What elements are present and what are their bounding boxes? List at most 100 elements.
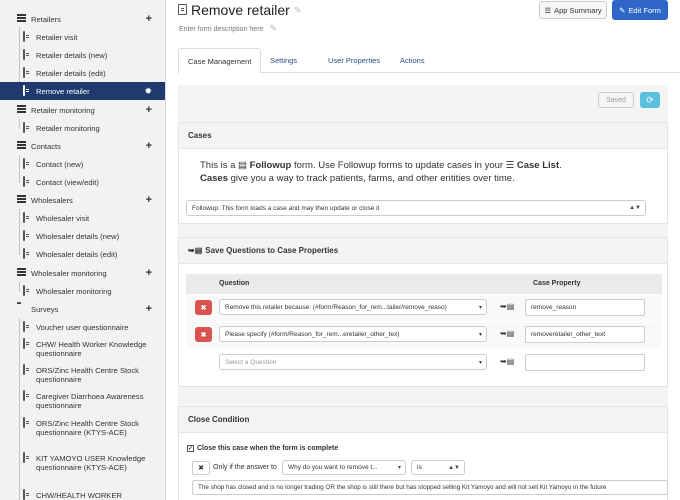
condition-answer-select[interactable]: The shop has closed and is no longer tra…: [192, 480, 668, 495]
refresh-icon[interactable]: ⟳: [640, 92, 660, 108]
sidebar-item-chw-knowledge-questionnaire[interactable]: CHW/ Health Worker Knowledge questionnai…: [0, 338, 165, 360]
close-case-checkbox-row: ✓ Close this case when the form is compl…: [187, 445, 338, 452]
tab-case-management[interactable]: Case Management: [178, 48, 262, 74]
sidebar-item-caregiver-diarrhoea-questionnaire[interactable]: Caregiver Diarrhoea Awareness questionna…: [0, 390, 165, 412]
menu-icon: [17, 141, 28, 151]
sidebar-item-remove-retailer[interactable]: Remove retailer ✹: [0, 82, 165, 100]
sidebar-item-retailer-monitoring[interactable]: Retailer monitoring: [0, 119, 165, 137]
add-form-icon[interactable]: +: [146, 140, 152, 152]
remove-condition-button[interactable]: ✖: [192, 461, 210, 475]
sidebar-item-retailer-details-edit[interactable]: Retailer details (edit): [0, 64, 165, 82]
sidebar-item-label: Retailer visit: [36, 32, 78, 42]
form-icon: [23, 67, 34, 78]
question-select[interactable]: Please specify (#form/Reason_for_rem...e…: [219, 326, 487, 342]
cases-text: form. Use Followup forms to update cases…: [293, 160, 504, 171]
gear-icon[interactable]: ✹: [144, 86, 152, 97]
sidebar-item-retailer-details-new[interactable]: Retailer details (new): [0, 46, 165, 64]
menu-icon: [17, 105, 28, 115]
add-form-icon[interactable]: +: [146, 303, 152, 315]
app-summary-button[interactable]: ☰ App Summary: [539, 1, 607, 19]
sidebar-item-voucher-user-questionnaire[interactable]: Voucher user questionnaire: [0, 318, 165, 336]
sidebar-item-wholesaler-visit[interactable]: Wholesaler visit: [0, 209, 165, 227]
sidebar-item-label: Voucher user questionnaire: [36, 322, 129, 332]
pencil-icon[interactable]: ✎: [294, 5, 302, 16]
form-icon: [23, 85, 34, 96]
case-type-value: Followup: This form loads a case and may…: [192, 204, 380, 212]
sidebar-item-label: Wholesaler details (edit): [36, 249, 118, 259]
tab-label: User Properties: [328, 56, 381, 65]
sidebar-item-label: KIT YAMOYO USER Knowledge questionnaire …: [36, 454, 146, 472]
description-placeholder: Enter form description here: [179, 26, 264, 33]
folder-icon: [17, 304, 28, 314]
sidebar-module-retailer-monitoring[interactable]: Retailer monitoring +: [0, 101, 165, 119]
sidebar-item-ors-zinc-stock-questionnaire[interactable]: ORS/Zinc Health Centre Stock questionnai…: [0, 364, 165, 386]
new-question-select[interactable]: Select a Question ▾: [219, 354, 487, 370]
sidebar-item-contact-view-edit[interactable]: Contact (view/edit): [0, 173, 165, 191]
page-title[interactable]: Remove retailer: [191, 2, 290, 18]
sidebar-item-label: Retailer monitoring: [36, 123, 100, 133]
case-property-input[interactable]: remove_reason: [525, 299, 645, 316]
form-icon: [23, 338, 34, 349]
sidebar-item-label: Contact (view/edit): [36, 177, 99, 187]
condition-question-select[interactable]: Why do you want to remove t... ▾: [282, 460, 406, 475]
sidebar-module-retailers[interactable]: Retailers +: [0, 10, 165, 28]
case-property-input[interactable]: removeretailer_other_text: [525, 326, 645, 343]
sidebar-item-label: Retailers: [31, 14, 61, 24]
sidebar-item-label: Wholesalers: [31, 195, 73, 205]
form-icon: [23, 417, 34, 428]
sidebar-module-wholesalers[interactable]: Wholesalers +: [0, 191, 165, 209]
question-select[interactable]: Remove this retailer because: (#form/Rea…: [219, 299, 487, 315]
menu-icon: [17, 195, 28, 205]
delete-row-button[interactable]: ✖: [195, 327, 212, 342]
chevron-down-icon: ▾: [478, 331, 482, 338]
saved-label: Saved: [606, 96, 626, 104]
question-value: Remove this retailer because: (#form/Rea…: [225, 303, 447, 311]
tab-user-properties[interactable]: User Properties: [319, 48, 389, 73]
add-form-icon[interactable]: +: [146, 13, 152, 25]
saved-button[interactable]: Saved: [598, 92, 634, 108]
column-header-property: Case Property: [533, 280, 581, 287]
add-form-icon[interactable]: +: [146, 267, 152, 279]
sidebar-item-retailer-visit[interactable]: Retailer visit: [0, 28, 165, 46]
form-icon: [23, 176, 34, 187]
sidebar-item-wholesaler-details-new[interactable]: Wholesaler details (new): [0, 227, 165, 245]
sidebar-item-wholesaler-monitoring[interactable]: Wholesaler monitoring: [0, 282, 165, 300]
chevron-down-icon: ▾: [397, 465, 401, 471]
edit-form-button[interactable]: ✎ Edit Form: [612, 0, 668, 20]
condition-operator-select[interactable]: is ▲▼: [411, 460, 465, 475]
save-questions-heading-text: Save Questions to Case Properties: [205, 246, 339, 255]
tab-actions[interactable]: Actions: [391, 48, 434, 73]
close-case-checkbox[interactable]: ✓: [187, 445, 194, 452]
case-type-select[interactable]: Followup: This form loads a case and may…: [186, 200, 646, 216]
add-form-icon[interactable]: +: [146, 104, 152, 116]
form-description[interactable]: Enter form description here ✎: [179, 23, 277, 34]
edit-form-label: Edit Form: [628, 5, 661, 15]
sidebar-module-contacts[interactable]: Contacts +: [0, 137, 165, 155]
menu-icon: [17, 14, 28, 24]
sidebar-item-contact-new[interactable]: Contact (new): [0, 155, 165, 173]
sidebar-item-label: Wholesaler visit: [36, 213, 90, 223]
delete-row-button[interactable]: ✖: [195, 300, 212, 315]
sidebar-module-wholesaler-monitoring[interactable]: Wholesaler monitoring +: [0, 264, 165, 282]
sidebar-item-kit-yamoyo-user-knowledge[interactable]: KIT YAMOYO USER Knowledge questionnaire …: [0, 452, 165, 482]
form-icon: [23, 230, 34, 241]
tab-bar: Case Management Settings User Properties…: [178, 48, 680, 74]
cases-explanation: This is a ▤ Followup form. Use Followup …: [200, 160, 562, 184]
tab-settings[interactable]: Settings: [261, 48, 306, 73]
sidebar-item-ors-zinc-stock-ktys-ace[interactable]: ORS/Zinc Health Centre Stock questionnai…: [0, 417, 165, 447]
new-case-property-input[interactable]: [525, 354, 645, 371]
sidebar-item-chw-health-worker[interactable]: CHW/HEALTH WORKER: [0, 486, 165, 500]
form-icon: [23, 489, 34, 500]
add-form-icon[interactable]: +: [146, 194, 152, 206]
form-type: Followup: [249, 160, 292, 171]
sidebar-module-surveys[interactable]: Surveys +: [0, 300, 165, 318]
condition-answer-value: The shop has closed and is no longer tra…: [198, 484, 607, 491]
table-header: Question Case Property: [186, 274, 662, 294]
sidebar-item-label: Contact (new): [36, 159, 84, 169]
sidebar-item-wholesaler-details-edit[interactable]: Wholesaler details (edit): [0, 245, 165, 263]
sidebar-item-label: Caregiver Diarrhoea Awareness questionna…: [36, 392, 144, 410]
close-condition-heading-text: Close Condition: [188, 415, 250, 424]
form-icon: [23, 49, 34, 60]
form-icon: [23, 285, 34, 296]
save-to-case-icon: ➥▤: [500, 357, 515, 366]
